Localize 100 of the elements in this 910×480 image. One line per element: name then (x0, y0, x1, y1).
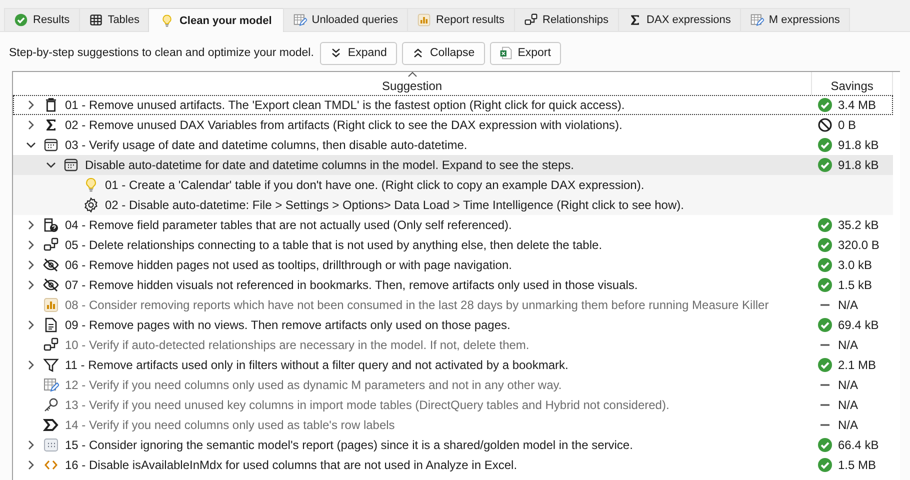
description-text: Step-by-step suggestions to clean and optimize your model. (9, 47, 314, 59)
chevron-right-icon[interactable] (28, 100, 34, 110)
tab[interactable]: Report results (407, 8, 514, 31)
table-question-icon (43, 217, 59, 233)
check-circle-icon (817, 357, 833, 373)
savings-value: 1.5 MB (838, 458, 876, 472)
suggestion-text: 06 - Remove hidden pages not used as tooltips, drillthrough or with page navigation. (65, 258, 512, 272)
column-header[interactable]: Savings (812, 72, 893, 95)
tree-row[interactable]: 15 - Consider ignoring the semantic model's report (pages) since it is a shared/golden model in the service. 66.4 kB (13, 435, 893, 455)
dash-icon (820, 384, 830, 386)
tree-row[interactable]: 07 - Remove hidden visuals not referenced in bookmarks. Then, remove artifacts only used in those visuals. 1.5 kB (13, 275, 893, 295)
check-circle-icon (817, 137, 833, 153)
tab[interactable]: Tables (78, 8, 150, 31)
lightbulb-icon (83, 177, 99, 193)
check-circle-icon (817, 277, 833, 293)
column-header[interactable]: Suggestion (13, 72, 812, 95)
filter-icon (43, 357, 59, 373)
chevron-right-icon[interactable] (28, 260, 34, 270)
chevron-right-icon[interactable] (28, 280, 34, 290)
savings-value: 1.5 kB (838, 278, 872, 292)
tree-row[interactable]: 02 - Disable auto-datetime: File > Settings > Options> Data Load > Time Intelligence (Right click to see how). (13, 195, 893, 215)
toolbar-button[interactable]: Collapse (402, 42, 485, 64)
tab[interactable]: DAX expressions (618, 8, 741, 31)
suggestion-text: 13 - Verify if you need unused key columns in import mode tables (DirectQuery tables and Hybrid not considered). (65, 398, 670, 412)
dash-icon (820, 424, 830, 426)
linked-boxes-icon (43, 337, 59, 353)
table-pencil-icon (750, 13, 764, 27)
suggestion-text: 02 - Remove unused DAX Variables from artifacts (Right click to see the DAX expression with violations). (65, 118, 622, 132)
chevron-right-icon[interactable] (28, 440, 34, 450)
chevron-right-icon[interactable] (28, 360, 34, 370)
eye-slash-icon (43, 257, 59, 273)
toolbar-button[interactable]: Expand (320, 42, 397, 64)
check-circle-icon (817, 97, 833, 113)
prohibited-icon (817, 117, 833, 133)
tab[interactable]: Relationships (514, 8, 619, 31)
savings-value: 91.8 kB (838, 138, 879, 152)
tree-row[interactable]: 02 - Remove unused DAX Variables from artifacts (Right click to see the DAX expression with violations). 0 B (13, 115, 893, 135)
savings-value: 35.2 kB (838, 218, 879, 232)
savings-value: N/A (838, 378, 858, 392)
savings-value: 0 B (838, 118, 856, 132)
calendar-icon (43, 137, 59, 153)
suggestion-text: 12 - Verify if you need columns only used as dynamic M parameters and not in any other way. (65, 378, 562, 392)
tree-row[interactable]: 01 - Remove unused artifacts. The 'Export clean TMDL' is the fastest option (Right click for quick access). 3.4 MB (13, 95, 893, 115)
dash-icon (820, 304, 830, 306)
tree-row[interactable]: 05 - Delete relationships connecting to a table that is not used by anything else, then delete the table. 320.0 B (13, 235, 893, 255)
suggestion-text: 04 - Remove field parameter tables that are not actually used (Only self referenced). (65, 218, 512, 232)
suggestion-text: 07 - Remove hidden visuals not referenced in bookmarks. Then, remove artifacts only used in those visuals. (65, 278, 638, 292)
key-icon (43, 397, 59, 413)
sort-ascending-icon (408, 72, 417, 77)
suggestion-text: 15 - Consider ignoring the semantic model's report (pages) since it is a shared/golden model in the service. (65, 438, 633, 452)
savings-value: 66.4 kB (838, 438, 879, 452)
tab[interactable]: Unloaded queries (282, 8, 408, 31)
chevron-right-icon[interactable] (28, 240, 34, 250)
chevron-down-icon[interactable] (46, 162, 56, 168)
document-icon (43, 317, 59, 333)
chevron-right-icon[interactable] (28, 460, 34, 470)
tree-row[interactable]: 09 - Remove pages with no views. Then remove artifacts only used on those pages. 69.4 kB (13, 315, 893, 335)
suggestion-text: 09 - Remove pages with no views. Then remove artifacts only used on those pages. (65, 318, 510, 332)
savings-value: 320.0 B (838, 238, 880, 252)
savings-value: 3.4 MB (838, 98, 876, 112)
tree-row[interactable]: 03 - Verify usage of date and datetime columns, then disable auto-datetime. 91.8 kB (13, 135, 893, 155)
gear-icon (83, 197, 99, 213)
toolbar-button[interactable]: Export (490, 42, 561, 64)
linked-boxes-icon (524, 13, 538, 27)
tree-row[interactable]: 16 - Disable isAvailableInMdx for used columns that are not used in Analyze in Excel. 1.5 MB (13, 455, 893, 475)
savings-value: N/A (838, 298, 858, 312)
chevron-right-icon[interactable] (28, 120, 34, 130)
tab[interactable]: Results (4, 8, 80, 31)
eye-slash-icon (43, 277, 59, 293)
suggestion-text: 11 - Remove artifacts used only in filters without a filter query and not activated by a bookmark. (65, 358, 568, 372)
savings-value: N/A (838, 338, 858, 352)
table-pencil-icon (292, 13, 307, 27)
spreadsheet-icon (498, 46, 513, 60)
savings-value: 3.0 kB (838, 258, 872, 272)
savings-value: 91.8 kB (838, 158, 879, 172)
suggestion-text: 03 - Verify usage of date and datetime columns, then disable auto-datetime. (65, 138, 468, 152)
chevron-right-icon[interactable] (28, 220, 34, 230)
grid-icon (88, 13, 103, 27)
tree-row[interactable]: Disable auto-datetime for date and datetime columns in the model. Expand to see the steps. 91.8 kB (13, 155, 893, 175)
bar-chart-icon (417, 13, 432, 27)
tab[interactable]: Clean your model (148, 8, 284, 32)
lightbulb-icon (160, 14, 174, 28)
check-circle-icon (817, 257, 833, 273)
trash-icon (43, 97, 59, 113)
dash-icon (820, 404, 830, 406)
suggestion-text: 14 - Verify if you need columns only used as table's row labels (65, 418, 395, 432)
table-pencil-icon (43, 377, 59, 393)
chevron-right-icon[interactable] (28, 320, 34, 330)
tree-row[interactable]: 01 - Create a 'Calendar' table if you don't have one. (Right click to copy an example DAX expression). (13, 175, 893, 195)
tree-row[interactable]: 04 - Remove field parameter tables that are not actually used (Only self referenced). 35.2 kB (13, 215, 893, 235)
tab[interactable]: M expressions (740, 8, 850, 31)
suggestion-text: 08 - Consider removing reports which have not been consumed in the last 28 days by unmarking them before running Measure Killer (65, 298, 769, 312)
suggestion-text: 01 - Create a 'Calendar' table if you don't have one. (Right click to copy an example DAX expression). (105, 178, 644, 192)
tree-row[interactable]: 06 - Remove hidden pages not used as tooltips, drillthrough or with page navigation. 3.0 kB (13, 255, 893, 275)
chevron-down-icon[interactable] (26, 142, 36, 148)
tag-icon (43, 417, 59, 433)
check-circle-icon (817, 317, 833, 333)
savings-value: N/A (838, 398, 858, 412)
tree-row[interactable]: 11 - Remove artifacts used only in filters without a filter query and not activated by a bookmark. 2.1 MB (13, 355, 893, 375)
check-circle-icon (817, 437, 833, 453)
